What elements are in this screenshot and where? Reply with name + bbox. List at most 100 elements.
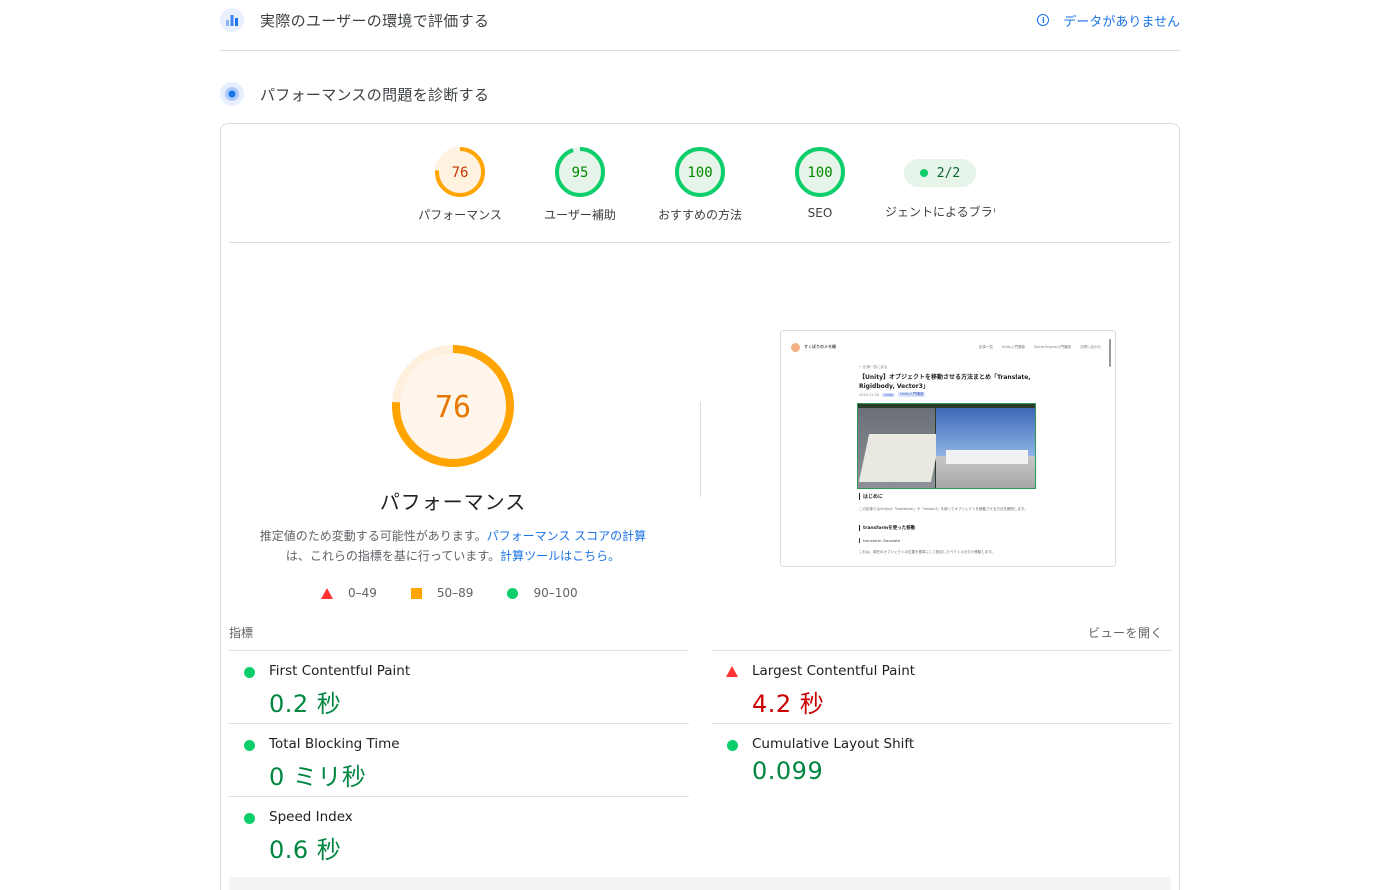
no-data-label: データがありません	[1063, 14, 1180, 30]
lab-data-section: パフォーマンスの問題を診断する	[220, 80, 1180, 108]
shot-heading-transform: transformを使った移動	[859, 525, 915, 531]
legend-pass: 90–100	[507, 586, 578, 600]
category-gauges: 76 パフォーマンス 95 ユーザー補助 100 おすすめの方法 100 SEO…	[221, 146, 1179, 226]
section-divider	[220, 50, 1180, 51]
gauge-label: ユーザー補助	[544, 208, 616, 222]
pass-circle-icon	[244, 813, 255, 824]
shot-unity-image	[857, 403, 1036, 489]
shot-paragraph-2: これは、現在のオブジェクトの位置を基準にして指定したベクトル分だけ移動します。	[859, 550, 996, 554]
pass-circle-icon	[507, 587, 519, 599]
gauge-accessibility[interactable]: 95 ユーザー補助	[525, 146, 635, 223]
score-legend: 0–49 50–89 90–100	[321, 586, 612, 600]
shot-scrollbar	[1109, 339, 1111, 367]
fail-triangle-icon	[321, 587, 333, 599]
shot-article-title: 【Unity】オブジェクトを移動させる方法まとめ「Translate, Rigi…	[859, 374, 1031, 390]
calculator-link[interactable]: 計算ツールはこちら。	[500, 549, 620, 563]
gauge-ring: 100	[795, 147, 845, 197]
metric-name: First Contentful Paint	[269, 663, 411, 679]
report-card: 76 パフォーマンス 95 ユーザー補助 100 おすすめの方法 100 SEO…	[220, 123, 1180, 890]
shot-header: すくぼりのメモ帳 記事一覧 Unity入門講座 Spine Engine入門講座…	[791, 341, 1101, 353]
shot-nav-item: お問い合わせ	[1080, 344, 1101, 349]
gauge-label: SEO	[807, 206, 833, 220]
gauge-label: パフォーマンス	[418, 208, 502, 222]
shot-breadcrumb: ← 記事一覧に戻る	[859, 365, 888, 369]
gauge-ring: 76	[435, 147, 485, 197]
unity-game-view	[936, 408, 1035, 488]
expand-view-toggle[interactable]: ビューを開く	[1088, 624, 1163, 641]
pwa-badge: 2/2	[904, 159, 976, 187]
metric-name: Speed Index	[269, 809, 353, 825]
shot-heading-intro: はじめに	[859, 493, 883, 500]
metric-value: 0.099	[752, 757, 824, 785]
metric-fcp: First Contentful Paint 0.2 秒	[229, 650, 689, 723]
diagnose-icon	[220, 82, 244, 106]
metrics-header: 指標 ビューを開く	[229, 624, 1171, 641]
metrics-column-right: Largest Contentful Paint 4.2 秒 Cumulativ…	[712, 650, 1172, 796]
gauge-ring: 100	[675, 147, 725, 197]
gauge-score: 76	[452, 165, 469, 181]
shot-date: 2019.11.05	[859, 392, 880, 397]
metric-cls: Cumulative Layout Shift 0.099	[712, 723, 1172, 796]
performance-description: 推定値のため変動する可能性があります。パフォーマンス スコアの計算 は、これらの…	[251, 526, 655, 566]
metric-value: 4.2 秒	[752, 690, 825, 718]
gauge-score: 95	[572, 165, 589, 181]
unity-scene-floor	[858, 434, 942, 482]
score-calculation-link[interactable]: パフォーマンス スコアの計算	[487, 529, 647, 543]
metric-name: Largest Contentful Paint	[752, 663, 916, 679]
metric-tbt: Total Blocking Time 0 ミリ秒	[229, 723, 689, 796]
pass-dot-icon	[919, 169, 928, 177]
performance-big-gauge: 76	[392, 345, 514, 467]
shot-heading-translate: transform.Translate	[859, 538, 900, 543]
field-data-section: 実際のユーザーの環境で評価する i データがありません	[220, 6, 1180, 34]
average-square-icon	[410, 587, 422, 599]
metrics-title: 指標	[229, 626, 254, 640]
pass-circle-icon	[244, 740, 255, 751]
card-divider	[229, 242, 1171, 243]
pass-circle-icon	[244, 667, 255, 678]
legend-fail: 0–49	[321, 586, 377, 600]
gauge-agentic-browsing[interactable]: 2/2 ジェントによるブラウジ	[885, 146, 995, 220]
metric-value: 0 ミリ秒	[269, 763, 367, 791]
no-data-status: i データがありません	[1037, 11, 1180, 30]
metric-name: Cumulative Layout Shift	[752, 736, 915, 752]
performance-title: パフォーマンス	[379, 490, 527, 514]
metric-name: Total Blocking Time	[269, 736, 400, 752]
shot-nav-item: Unity入門講座	[1001, 344, 1026, 349]
gauge-score: 100	[807, 165, 832, 181]
metrics-column-left: First Contentful Paint 0.2 秒 Total Block…	[229, 650, 689, 869]
pwa-score: 2/2	[936, 165, 961, 181]
performance-score: 76	[435, 390, 471, 425]
shot-brand: すくぼりのメモ帳	[804, 344, 836, 349]
vertical-separator	[700, 402, 701, 497]
gauge-seo[interactable]: 100 SEO	[765, 146, 875, 220]
gauge-label: おすすめの方法	[657, 208, 742, 222]
metric-lcp: Largest Contentful Paint 4.2 秒	[712, 650, 1172, 723]
lab-data-title: パフォーマンスの問題を診断する	[260, 85, 490, 104]
shot-meta: 2019.11.05 Unity Unity入門講座	[859, 392, 926, 397]
shot-paragraph: この記事ではUnityの「transform」や「vector3」を使ってオブジ…	[859, 507, 1028, 511]
gauge-score: 100	[687, 165, 712, 181]
legend-average-label: 50–89	[436, 586, 474, 600]
gauge-ring: 95	[555, 147, 605, 197]
gauge-performance[interactable]: 76 パフォーマンス	[405, 146, 515, 223]
field-data-title: 実際のユーザーの環境で評価する	[260, 11, 490, 30]
pass-circle-icon	[727, 740, 738, 751]
shot-nav-item: 記事一覧	[978, 344, 993, 349]
shot-nav: 記事一覧 Unity入門講座 Spine Engine入門講座 お問い合わせ	[979, 345, 1101, 350]
shot-tag: Unity	[882, 392, 896, 397]
gauge-best-practices[interactable]: 100 おすすめの方法	[645, 146, 755, 223]
metric-value: 0.6 秒	[269, 836, 342, 864]
desc-text-2: は、これらの指標を基に行っています。	[285, 549, 501, 563]
shot-nav-item: Spine Engine入門講座	[1034, 344, 1071, 349]
desc-text-1: 推定値のため変動する可能性があります。	[259, 529, 487, 543]
diagnostics-filter-bar	[229, 877, 1171, 890]
legend-fail-label: 0–49	[348, 586, 377, 600]
site-logo-icon	[791, 342, 800, 352]
metric-value: 0.2 秒	[269, 690, 342, 718]
fail-triangle-icon	[726, 666, 738, 677]
gauge-label: ジェントによるブラウジ	[885, 205, 995, 219]
field-data-icon	[220, 8, 244, 32]
legend-pass-label: 90–100	[533, 586, 578, 600]
final-screenshot[interactable]: すくぼりのメモ帳 記事一覧 Unity入門講座 Spine Engine入門講座…	[780, 330, 1116, 567]
unity-game-floor	[946, 450, 1028, 464]
